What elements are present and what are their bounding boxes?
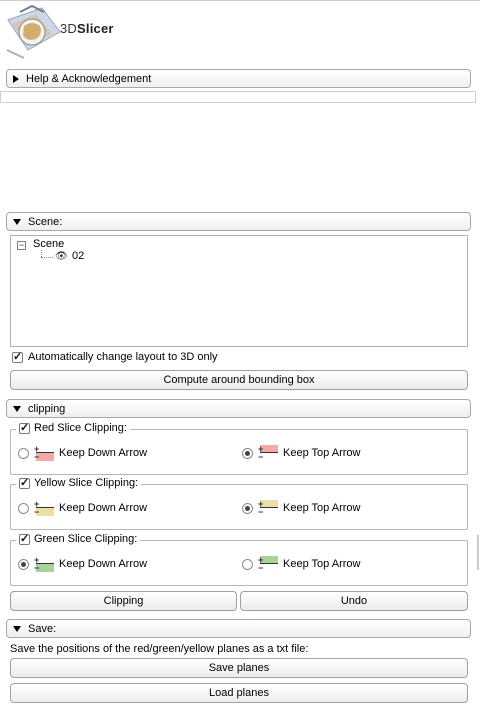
green-keep-down-radio[interactable] [18, 558, 29, 570]
save-planes-button[interactable]: Save planes [10, 658, 468, 678]
scene-tree[interactable]: − Scene 👁 02 [10, 235, 468, 347]
scene-section-header[interactable]: Scene: [6, 212, 471, 231]
save-description: Save the positions of the red/green/yell… [10, 643, 309, 655]
green-slice-clipping-label: Green Slice Clipping: [34, 533, 138, 545]
red-keep-top-radio[interactable] [242, 447, 253, 459]
help-acknowledgement-header[interactable]: Help & Acknowledgement [6, 69, 471, 88]
save-section-header[interactable]: Save: [6, 619, 471, 638]
collapse-arrow-icon [13, 218, 21, 225]
yellow-slice-clipping-group: Yellow Slice Clipping: +− Keep Down Arro… [10, 476, 468, 530]
auto-layout-checkbox[interactable] [12, 350, 23, 363]
slicer-logo [6, 4, 61, 59]
tree-branch-line [41, 257, 53, 258]
yellow-keep-top-option[interactable]: + − Keep Top Arrow [242, 500, 361, 517]
red-keep-top-label: Keep Top Arrow [283, 447, 361, 459]
yellow-keep-down-label: Keep Down Arrow [59, 502, 148, 514]
red-keep-top-option[interactable]: + − Keep Top Arrow [242, 445, 361, 462]
green-slice-clipping-checkbox[interactable] [19, 532, 30, 545]
yellow-slice-clipping-title[interactable]: Yellow Slice Clipping: [16, 476, 142, 489]
yellow-keep-down-radio[interactable] [18, 502, 29, 514]
clipping-section-label: clipping [28, 402, 66, 415]
green-keep-top-option[interactable]: + − Keep Top Arrow [242, 556, 361, 573]
scene-section-label: Scene: [28, 215, 63, 228]
green-slice-clipping-title[interactable]: Green Slice Clipping: [16, 532, 141, 545]
red-keep-down-radio[interactable] [18, 447, 29, 459]
save-section-label: Save: [28, 622, 57, 635]
tree-collapse-icon[interactable]: − [17, 241, 26, 250]
yellow-slice-clipping-label: Yellow Slice Clipping: [34, 477, 139, 489]
clipping-button[interactable]: Clipping [10, 591, 237, 611]
collapse-arrow-icon [13, 625, 21, 632]
help-panel-collapsed [0, 91, 476, 103]
green-keep-top-label: Keep Top Arrow [283, 558, 361, 570]
tree-child-item[interactable]: 02 [72, 250, 84, 262]
yellow-keep-top-label: Keep Top Arrow [283, 502, 361, 514]
red-slice-clipping-checkbox[interactable] [19, 421, 30, 434]
keep-top-arrow-icon: + − [258, 556, 278, 573]
load-planes-button[interactable]: Load planes [10, 683, 468, 703]
keep-top-arrow-icon: + − [258, 445, 278, 462]
green-keep-down-option[interactable]: + − Keep Down Arrow [18, 556, 148, 573]
top-divider [0, 0, 480, 1]
keep-down-arrow-icon: + − [34, 445, 54, 462]
expand-arrow-icon [13, 74, 19, 83]
visibility-eye-icon[interactable]: 👁 [55, 251, 68, 262]
yellow-keep-down-option[interactable]: + − Keep Down Arrow [18, 500, 148, 517]
auto-layout-row: Automatically change layout to 3D only [12, 350, 218, 363]
scrollbar-indicator[interactable] [477, 535, 479, 570]
keep-down-arrow-icon: + − [34, 500, 54, 517]
red-slice-clipping-group: Red Slice Clipping: +− Keep Down Arrow +… [10, 421, 468, 475]
red-slice-clipping-label: Red Slice Clipping: [34, 422, 127, 434]
red-keep-down-label: Keep Down Arrow [59, 447, 148, 459]
red-slice-clipping-title[interactable]: Red Slice Clipping: [16, 421, 130, 434]
tree-root-item[interactable]: Scene [33, 238, 64, 250]
yellow-keep-top-radio[interactable] [242, 502, 253, 514]
keep-top-arrow-icon: + − [258, 500, 278, 517]
green-keep-down-label: Keep Down Arrow [59, 558, 148, 570]
green-slice-clipping-group: Green Slice Clipping: +− Keep Down Arrow… [10, 532, 468, 586]
help-acknowledgement-label: Help & Acknowledgement [26, 72, 152, 85]
red-keep-down-option[interactable]: + − Keep Down Arrow [18, 445, 148, 462]
clipping-section-header[interactable]: clipping [6, 399, 471, 418]
app-name: 3DSlicer [60, 21, 114, 36]
compute-bounding-box-button[interactable]: Compute around bounding box [10, 370, 468, 390]
auto-layout-label: Automatically change layout to 3D only [28, 351, 218, 363]
collapse-arrow-icon [13, 405, 21, 412]
green-keep-top-radio[interactable] [242, 558, 253, 570]
tree-branch-line [41, 250, 42, 257]
undo-button[interactable]: Undo [240, 591, 468, 611]
keep-down-arrow-icon: + − [34, 556, 54, 573]
yellow-slice-clipping-checkbox[interactable] [19, 476, 30, 489]
